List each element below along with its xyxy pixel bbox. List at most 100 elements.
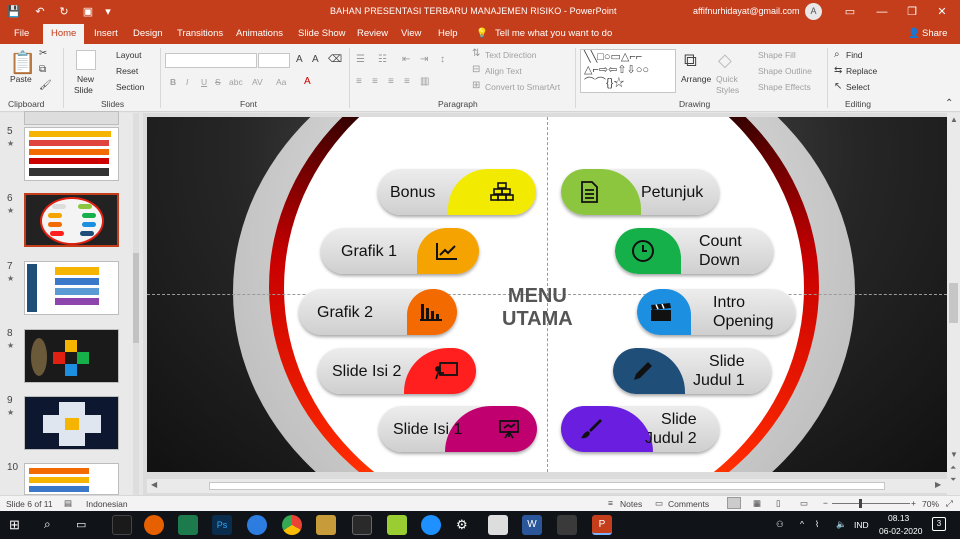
horizontal-scroll-thumb[interactable] [209,482,885,490]
slide-thumbnail-10[interactable] [24,463,119,495]
clear-formatting-icon[interactable]: ⌫ [328,54,342,65]
shape-effects-button[interactable]: Shape Effects [758,82,811,92]
download-manager-icon[interactable] [421,515,441,535]
slide-thumbnail-6[interactable] [24,193,119,247]
grow-font-icon[interactable]: A [296,54,303,65]
zoom-in-icon[interactable]: + [911,498,916,508]
app-icon[interactable] [387,515,407,535]
slide-thumbnail-8[interactable] [24,329,119,383]
bullets-icon[interactable]: ☰ [356,54,365,65]
change-case-button[interactable]: Aa [276,77,286,87]
minimize-button[interactable]: — [872,4,892,20]
reading-view-icon[interactable]: ▯ [776,498,781,509]
line-spacing-icon[interactable]: ↕ [440,54,445,65]
tab-home[interactable]: Home [43,24,85,44]
notes-button[interactable]: Notes [620,499,642,509]
font-size-input[interactable] [258,53,290,68]
share-icon[interactable]: 👤 [908,28,920,39]
slideshow-icon[interactable]: ▭ [800,498,808,509]
slide-thumbnail-4[interactable] [24,111,119,125]
settings-gear-icon[interactable]: ⚙ [456,517,468,533]
menu-item-petunjuk[interactable]: Petunjuk [561,169,719,215]
text-direction-button[interactable]: Text Direction [485,50,537,60]
chrome-icon[interactable] [282,515,302,535]
tab-slide-show[interactable]: Slide Show [298,28,346,39]
thumbnails-scrollbar[interactable] [133,113,139,495]
slide-canvas[interactable]: MENU UTAMA Bonus Grafik 1 Grafik 2 Slide… [147,117,947,472]
bold-button[interactable]: B [170,77,176,87]
paste-button[interactable]: Paste [10,74,32,84]
word-icon[interactable]: W [522,515,542,535]
zoom-level[interactable]: 70% [922,499,939,509]
reset-button[interactable]: Reset [116,66,138,76]
increase-indent-icon[interactable]: ⇥ [420,54,428,65]
close-button[interactable]: ✕ [932,4,952,20]
restore-button[interactable]: ❐ [902,4,922,20]
paste-icon[interactable]: 📋 [9,50,36,76]
tab-transitions[interactable]: Transitions [177,28,223,39]
menu-item-intro-opening[interactable]: Intro Opening [637,289,795,335]
find-button[interactable]: Find [846,50,863,60]
arrange-icon[interactable]: ⧉ [684,50,697,71]
spell-check-icon[interactable]: ▤ [64,498,72,509]
scroll-down-icon[interactable]: ▼ [950,450,958,459]
slide-vertical-scrollbar[interactable]: ▲ ▼ ⏶ ⏷ [947,113,960,495]
menu-item-count-down[interactable]: Count Down [615,228,773,274]
character-spacing-button[interactable]: AV [252,77,263,87]
cut-icon[interactable]: ✂ [39,48,47,59]
layout-button[interactable]: Layout [116,50,142,60]
strikethrough-button[interactable]: S [215,77,221,87]
tab-insert[interactable]: Insert [94,28,118,39]
app-icon[interactable] [112,515,132,535]
menu-item-slide-judul-1[interactable]: Slide Judul 1 [613,348,771,394]
tell-me-box[interactable]: Tell me what you want to do [495,28,612,39]
next-slide-icon[interactable]: ⏷ [950,475,956,485]
save-icon[interactable]: 💾 [6,4,22,20]
font-color-icon[interactable]: A [304,76,311,87]
shadow-button[interactable]: abc [229,77,243,87]
tab-animations[interactable]: Animations [236,28,283,39]
scroll-left-icon[interactable]: ◀ [151,480,157,489]
justify-icon[interactable]: ≡ [404,76,410,87]
shapes-gallery[interactable]: ╲╲□○▭△⌐⌐ △⌐⇨⇦⇧⇩○○ ⌒⌒{}☆ [580,49,676,93]
new-slide-button-line2[interactable]: Slide [74,85,93,95]
zoom-slider-thumb[interactable] [859,499,862,508]
volume-icon[interactable]: 🔈 [836,519,847,530]
copy-icon[interactable]: ⧉ [39,64,46,75]
align-right-icon[interactable]: ≡ [388,76,394,87]
app-icon[interactable] [352,515,372,535]
convert-smartart-button[interactable]: Convert to SmartArt [485,82,560,92]
share-button[interactable]: Share [922,28,947,39]
app-icon[interactable] [178,515,198,535]
columns-icon[interactable]: ▥ [420,76,429,87]
arrange-button[interactable]: Arrange [681,74,711,84]
normal-view-icon[interactable] [727,497,741,509]
menu-item-bonus[interactable]: Bonus [378,169,536,215]
quick-styles-button-line2[interactable]: Styles [716,85,739,95]
show-hidden-icons-icon[interactable]: ^ [800,519,804,529]
slide-horizontal-scrollbar[interactable]: ◀ ▶ [147,479,947,493]
new-slide-icon[interactable] [76,50,96,70]
tab-review[interactable]: Review [357,28,388,39]
shrink-font-icon[interactable]: A [312,54,319,65]
tab-design[interactable]: Design [133,28,163,39]
format-painter-icon[interactable]: 🖌 [39,80,52,91]
font-family-input[interactable] [165,53,257,68]
previous-slide-icon[interactable]: ⏶ [950,463,956,473]
people-icon[interactable]: ⚇ [776,519,784,530]
section-button[interactable]: Section [116,82,144,92]
language-indicator[interactable]: Indonesian [86,499,128,509]
avatar[interactable]: A [805,3,822,20]
shape-fill-button[interactable]: Shape Fill [758,50,796,60]
notification-center-icon[interactable]: 3 [932,517,946,531]
align-text-button[interactable]: Align Text [485,66,522,76]
menu-item-grafik-1[interactable]: Grafik 1 [321,228,479,274]
replace-button[interactable]: Replace [846,66,877,76]
underline-button[interactable]: U [201,77,207,87]
slide-sorter-icon[interactable]: ▦ [753,498,761,509]
italic-button[interactable]: I [186,77,188,87]
quick-styles-icon[interactable]: ◇ [718,50,732,71]
windows-start-icon[interactable]: ⊞ [9,517,20,533]
align-center-icon[interactable]: ≡ [372,76,378,87]
undo-icon[interactable]: ↶ [32,4,48,20]
